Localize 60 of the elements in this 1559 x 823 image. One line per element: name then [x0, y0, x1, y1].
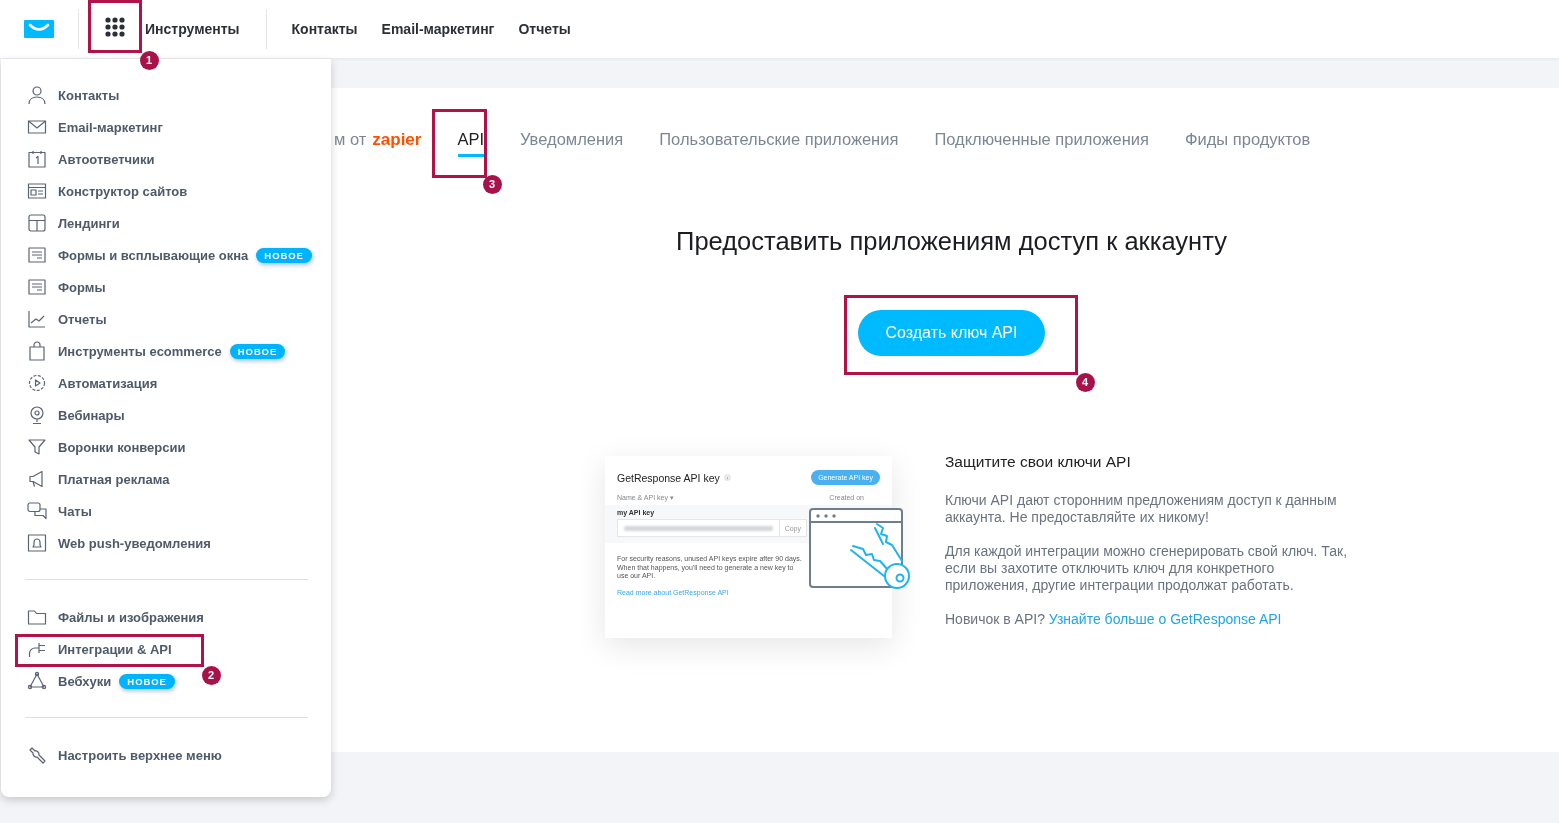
person-icon [27, 85, 47, 105]
grid-icon [105, 16, 125, 37]
highlight-frame [432, 109, 487, 178]
page-heading: Предоставить приложениям доступ к аккаунту [676, 226, 1227, 256]
shopping-bag-icon [27, 341, 47, 361]
screenshot-title: GetResponse API key [617, 471, 720, 484]
tab[interactable]: Пользовательские приложения [641, 130, 917, 158]
nav-link[interactable]: Отчеты [518, 21, 571, 37]
bell-screen-icon [27, 533, 47, 553]
info-question: Новичок в API? [945, 611, 1045, 627]
menu-item[interactable]: Web push-уведомления [1, 527, 215, 559]
tab[interactable]: API [439, 130, 503, 158]
tab[interactable]: Уведомления [502, 130, 642, 158]
menu-item[interactable]: Автоматизация [1, 367, 162, 399]
menu-item[interactable]: Файлы и изображения [1, 601, 208, 633]
menu-item[interactable]: Формы и всплывающие окна НОВОЕ [1, 239, 316, 271]
funnel-icon [27, 437, 47, 457]
brand-logo-icon [24, 20, 54, 38]
menu-item[interactable]: Инструменты ecommerce НОВОЕ [1, 335, 290, 367]
website-icon [27, 181, 47, 201]
info-paragraph: Ключи API дают сторонним предложениям доступ к данным аккаунта. Не предоставляйте их никому! [945, 492, 1338, 526]
info-paragraph: Для каждой интеграции можно сгенерировать свой ключ. Так, если вы захотите отключить ключ для конкретного приложения, другие интеграции продолжат работать. [945, 543, 1349, 594]
menu-item[interactable]: Воронки конверсии [1, 431, 190, 463]
tab[interactable]: Фиды продуктов [1166, 130, 1329, 158]
menu-item[interactable]: Отчеты [1, 303, 111, 335]
envelope-icon [27, 117, 47, 137]
new-badge: НОВОЕ [256, 247, 312, 263]
new-badge: НОВОЕ [229, 343, 286, 359]
new-badge: НОВОЕ [119, 673, 175, 689]
menu-item[interactable]: Автоответчики [1, 143, 159, 175]
webcam-icon [27, 405, 47, 425]
menu-item[interactable]: Платная реклама [1, 463, 174, 495]
menu-item[interactable]: Вебхуки НОВОЕ [1, 665, 179, 697]
chart-icon [27, 309, 47, 329]
gear-icon [27, 373, 47, 393]
tab[interactable]: Подключенные приложения [916, 130, 1167, 158]
info-icon [723, 474, 731, 481]
tab[interactable]: м от zapier [334, 130, 440, 158]
menu-item[interactable]: Конструктор сайтов [1, 175, 192, 207]
webhook-icon [27, 671, 47, 691]
menu-item[interactable]: Вебинары [1, 399, 129, 431]
form-icon [27, 245, 47, 265]
menu-item[interactable]: Лендинги [1, 207, 124, 239]
calendar-icon [27, 149, 47, 169]
menu-item[interactable]: Email-маркетинг [1, 111, 167, 143]
nav-link[interactable]: Email-маркетинг [381, 21, 495, 37]
highlight-frame [88, 0, 142, 53]
tools-menu-label[interactable]: Инструменты [145, 21, 240, 37]
menu-item[interactable]: Настроить верхнее меню [1, 739, 226, 771]
layout-icon [27, 213, 47, 233]
menu-item[interactable]: Чаты [1, 495, 96, 527]
menu-item[interactable]: Контакты [1, 79, 124, 111]
info-title: Защитите свои ключи API [945, 453, 1132, 471]
menu-item[interactable]: Формы [1, 271, 110, 303]
folder-icon [27, 607, 47, 627]
chat-icon [27, 501, 47, 521]
wrench-icon [27, 745, 47, 765]
form-icon [27, 277, 47, 297]
nav-link[interactable]: Контакты [291, 21, 358, 37]
menu-item[interactable]: Интеграции & API [1, 633, 176, 665]
